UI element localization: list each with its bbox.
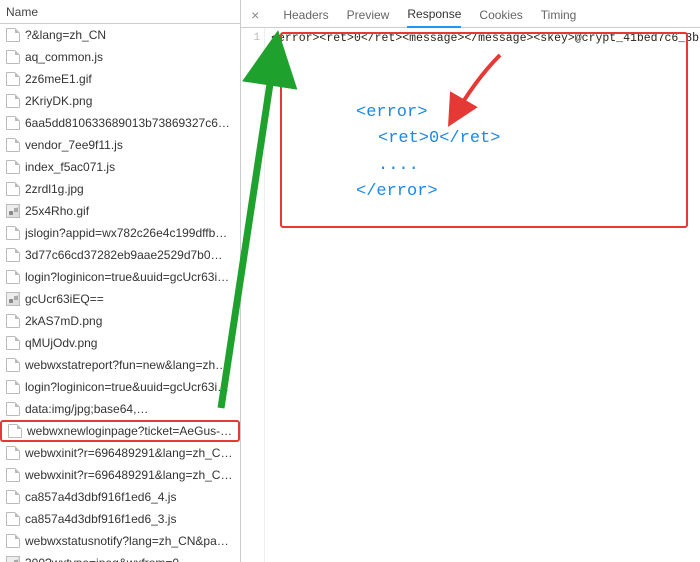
generic-file-icon <box>6 490 20 504</box>
request-name: 25x4Rho.gif <box>25 204 234 218</box>
request-list: ?&lang=zh_CN aq_common.js 2z6meE1.gif 2Kriy… <box>0 24 240 562</box>
generic-file-icon <box>6 116 20 130</box>
request-name: 2KriyDK.png <box>25 94 234 108</box>
image-file-icon <box>6 556 20 562</box>
request-name: data:img/jpg;base64,… <box>25 402 234 416</box>
tab-timing[interactable]: Timing <box>541 8 577 27</box>
request-name: 3d77c66cd37282eb9aae2529d7b0… <box>25 248 234 262</box>
generic-file-icon <box>6 336 20 350</box>
request-row[interactable]: aq_common.js <box>0 46 240 68</box>
generic-file-icon <box>8 424 22 438</box>
request-row[interactable]: gcUcr63iEQ== <box>0 288 240 310</box>
image-file-icon <box>6 292 20 306</box>
request-row[interactable]: 300?wxtype=jpeg&wxfrom=0 <box>0 552 240 562</box>
tab-response[interactable]: Response <box>407 7 461 28</box>
response-body: 1 <error><ret>0</ret><message></message>… <box>241 28 700 562</box>
request-list-panel: Name ?&lang=zh_CN aq_common.js 2z6meE1.gif… <box>0 0 241 562</box>
generic-file-icon <box>6 94 20 108</box>
generic-file-icon <box>6 534 20 548</box>
response-content[interactable]: <error><ret>0</ret><message></message><s… <box>265 28 700 562</box>
request-row[interactable]: webwxnewloginpage?ticket=AeGus-… <box>0 420 240 442</box>
request-row[interactable]: login?loginicon=true&uuid=gcUcr63i… <box>0 376 240 398</box>
generic-file-icon <box>6 358 20 372</box>
request-row[interactable]: webwxstatusnotify?lang=zh_CN&pa… <box>0 530 240 552</box>
request-row[interactable]: ?&lang=zh_CN <box>0 24 240 46</box>
detail-panel: × Headers Preview Response Cookies Timing 1 … <box>241 0 700 562</box>
generic-file-icon <box>6 72 20 86</box>
request-row[interactable]: index_f5ac071.js <box>0 156 240 178</box>
request-name: ca857a4d3dbf916f1ed6_4.js <box>25 490 234 504</box>
request-row[interactable]: webwxinit?r=696489291&lang=zh_C… <box>0 464 240 486</box>
generic-file-icon <box>6 270 20 284</box>
generic-file-icon <box>6 248 20 262</box>
request-row[interactable]: 6aa5dd810633689013b73869327c6… <box>0 112 240 134</box>
request-name: webwxnewloginpage?ticket=AeGus-… <box>27 424 232 438</box>
request-name: login?loginicon=true&uuid=gcUcr63i… <box>25 380 234 394</box>
request-row[interactable]: login?loginicon=true&uuid=gcUcr63i… <box>0 266 240 288</box>
generic-file-icon <box>6 50 20 64</box>
generic-file-icon <box>6 314 20 328</box>
request-row[interactable]: 2zrdl1g.jpg <box>0 178 240 200</box>
detail-tabs: × Headers Preview Response Cookies Timing <box>241 0 700 28</box>
request-name: webwxinit?r=696489291&lang=zh_C… <box>25 468 234 482</box>
request-name: webwxstatreport?fun=new&lang=zh… <box>25 358 234 372</box>
request-name: webwxinit?r=696489291&lang=zh_C… <box>25 446 234 460</box>
close-icon[interactable]: × <box>249 7 265 27</box>
request-name: 2z6meE1.gif <box>25 72 234 86</box>
generic-file-icon <box>6 226 20 240</box>
generic-file-icon <box>6 402 20 416</box>
generic-file-icon <box>6 182 20 196</box>
request-row[interactable]: data:img/jpg;base64,… <box>0 398 240 420</box>
request-name: login?loginicon=true&uuid=gcUcr63i… <box>25 270 234 284</box>
request-name: webwxstatusnotify?lang=zh_CN&pa… <box>25 534 234 548</box>
request-name: gcUcr63iEQ== <box>25 292 234 306</box>
request-name: aq_common.js <box>25 50 234 64</box>
request-name: 2zrdl1g.jpg <box>25 182 234 196</box>
request-row[interactable]: ca857a4d3dbf916f1ed6_3.js <box>0 508 240 530</box>
generic-file-icon <box>6 512 20 526</box>
request-row[interactable]: 3d77c66cd37282eb9aae2529d7b0… <box>0 244 240 266</box>
line-number: 1 <box>241 32 260 44</box>
generic-file-icon <box>6 446 20 460</box>
request-row[interactable]: 2kAS7mD.png <box>0 310 240 332</box>
tab-headers[interactable]: Headers <box>283 8 328 27</box>
request-name: qMUjOdv.png <box>25 336 234 350</box>
response-text: <error><ret>0</ret><message></message><s… <box>271 32 699 45</box>
generic-file-icon <box>6 380 20 394</box>
request-name: 300?wxtype=jpeg&wxfrom=0 <box>25 556 234 562</box>
column-header-name[interactable]: Name <box>0 0 240 24</box>
request-name: vendor_7ee9f11.js <box>25 138 234 152</box>
request-row[interactable]: webwxinit?r=696489291&lang=zh_C… <box>0 442 240 464</box>
tab-cookies[interactable]: Cookies <box>479 8 522 27</box>
request-name: jslogin?appid=wx782c26e4c199dffb… <box>25 226 234 240</box>
devtools-network-panel: Name ?&lang=zh_CN aq_common.js 2z6meE1.gif… <box>0 0 700 562</box>
request-name: ca857a4d3dbf916f1ed6_3.js <box>25 512 234 526</box>
request-row[interactable]: vendor_7ee9f11.js <box>0 134 240 156</box>
request-row[interactable]: jslogin?appid=wx782c26e4c199dffb… <box>0 222 240 244</box>
generic-file-icon <box>6 138 20 152</box>
request-row[interactable]: 25x4Rho.gif <box>0 200 240 222</box>
request-row[interactable]: 2z6meE1.gif <box>0 68 240 90</box>
generic-file-icon <box>6 160 20 174</box>
line-gutter: 1 <box>241 28 265 562</box>
request-name: 6aa5dd810633689013b73869327c6… <box>25 116 234 130</box>
request-row[interactable]: ca857a4d3dbf916f1ed6_4.js <box>0 486 240 508</box>
request-row[interactable]: qMUjOdv.png <box>0 332 240 354</box>
request-row[interactable]: webwxstatreport?fun=new&lang=zh… <box>0 354 240 376</box>
generic-file-icon <box>6 28 20 42</box>
request-name: ?&lang=zh_CN <box>25 28 234 42</box>
request-name: 2kAS7mD.png <box>25 314 234 328</box>
request-row[interactable]: 2KriyDK.png <box>0 90 240 112</box>
image-file-icon <box>6 204 20 218</box>
tab-preview[interactable]: Preview <box>347 8 390 27</box>
generic-file-icon <box>6 468 20 482</box>
request-name: index_f5ac071.js <box>25 160 234 174</box>
